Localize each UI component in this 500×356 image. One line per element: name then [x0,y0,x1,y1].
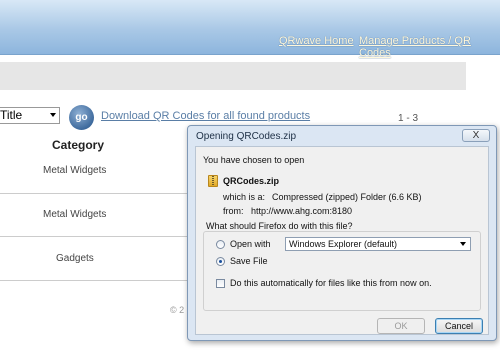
chevron-down-icon [50,113,56,117]
row-divider [0,280,200,281]
open-with-app-select[interactable]: Windows Explorer (default) [285,237,471,251]
manage-products-link[interactable]: Manage Products / QR Codes [359,35,500,59]
cancel-button[interactable]: Cancel [435,318,483,334]
row-divider [0,193,200,194]
sort-select-value: Title [0,108,23,122]
zip-file-icon [208,175,218,187]
download-qr-codes-link[interactable]: Download QR Codes for all found products [101,110,310,122]
sort-select[interactable]: Title [0,107,60,124]
row-divider [0,236,200,237]
dialog-body: You have chosen to open QRCodes.zip whic… [195,146,489,335]
dialog-title: Opening QRCodes.zip [196,131,297,142]
table-cell-category: Metal Widgets [43,165,107,176]
close-icon: X [472,130,480,141]
table-cell-category: Metal Widgets [43,209,107,220]
header-bar: QRwave Home Manage Products / QR Codes [0,0,500,59]
intro-text: You have chosen to open [203,155,305,165]
go-button[interactable]: go [69,105,94,130]
file-source-label: from: [223,206,244,216]
chevron-down-icon [460,242,466,246]
open-with-label[interactable]: Open with [230,239,271,249]
qrwave-home-link[interactable]: QRwave Home [279,35,354,47]
browser-page: QRwave Home Manage Products / QR Codes T… [0,0,500,356]
open-with-app-value: Windows Explorer (default) [289,239,398,249]
auto-action-checkbox[interactable] [216,279,225,288]
question-text: What should Firefox do with this file? [206,221,353,231]
footer-copyright: © 2 [170,305,185,315]
file-name: QRCodes.zip [223,176,280,186]
auto-action-label[interactable]: Do this automatically for files like thi… [230,278,432,288]
column-header-category[interactable]: Category [52,138,104,152]
search-bar-area [0,62,466,90]
pagination-range: 1 - 3 [398,113,419,124]
file-type-label: which is a: [223,192,266,202]
file-source-value: http://www.ahg.com:8180 [251,206,353,216]
close-button[interactable]: X [462,129,490,142]
save-file-radio[interactable] [216,257,225,266]
ok-button[interactable]: OK [377,318,425,334]
save-file-label[interactable]: Save File [230,256,268,266]
download-dialog: Opening QRCodes.zip X You have chosen to… [187,125,497,341]
table-cell-category: Gadgets [56,253,94,264]
file-type-value: Compressed (zipped) Folder (6.6 KB) [272,192,422,202]
open-with-radio[interactable] [216,240,225,249]
